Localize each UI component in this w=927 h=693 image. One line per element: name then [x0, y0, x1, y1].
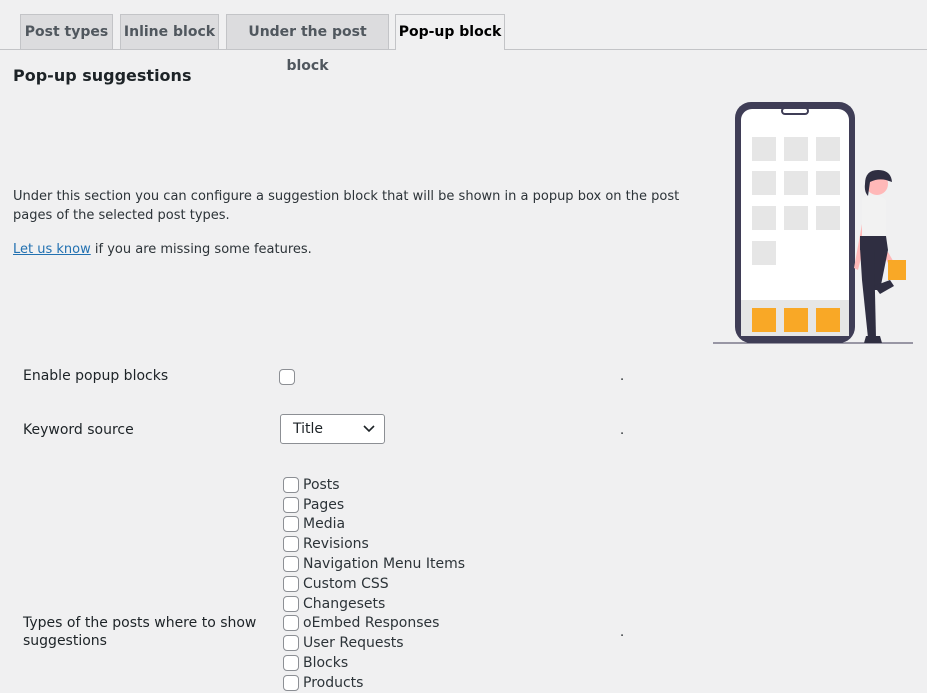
chevron-down-icon: [363, 425, 375, 433]
post-type-label: Products: [303, 674, 364, 691]
post-type-option[interactable]: Pages: [279, 495, 465, 515]
post-types-list: Posts Pages Media Revisions Navigation M…: [279, 475, 465, 693]
tab-pop-up-block[interactable]: Pop-up block: [395, 14, 505, 50]
settings-tabs: Post types Inline block Under the post b…: [0, 0, 927, 74]
post-type-label: Navigation Menu Items: [303, 556, 466, 573]
post-type-option[interactable]: Custom CSS: [279, 574, 465, 594]
post-type-option[interactable]: Products: [279, 673, 465, 693]
post-type-label: Posts: [303, 476, 340, 493]
feedback-hint-text: if you are missing some features.: [90, 242, 312, 257]
section-description: Under this section you can configure a s…: [13, 189, 680, 223]
post-type-checkbox[interactable]: [283, 496, 299, 513]
keyword-source-value: Title: [293, 421, 324, 437]
post-type-label: Blocks: [303, 655, 349, 672]
post-type-option[interactable]: Blocks: [279, 653, 465, 673]
post-type-checkbox[interactable]: [283, 615, 299, 632]
post-type-option[interactable]: User Requests: [279, 633, 465, 653]
keyword-source-select[interactable]: Title: [280, 414, 385, 444]
keyword-source-label: Keyword source: [23, 422, 134, 438]
post-type-checkbox[interactable]: [283, 556, 299, 573]
post-types-label: Types of the posts where to show suggest…: [23, 615, 257, 649]
post-type-option[interactable]: Revisions: [279, 534, 465, 554]
tab-inline-block[interactable]: Inline block: [120, 14, 219, 49]
post-type-option[interactable]: Changesets: [279, 594, 465, 614]
post-type-option[interactable]: Posts: [279, 475, 465, 495]
post-type-label: Media: [303, 516, 346, 533]
feedback-hint: Let us know if you are missing some feat…: [13, 240, 312, 259]
post-type-option[interactable]: oEmbed Responses: [279, 614, 465, 634]
post-type-label: Custom CSS: [303, 575, 389, 592]
enable-popup-blocks-label: Enable popup blocks: [23, 368, 169, 384]
post-type-checkbox[interactable]: [283, 536, 299, 553]
post-type-checkbox[interactable]: [283, 516, 299, 533]
post-type-checkbox[interactable]: [283, 655, 299, 672]
post-type-checkbox[interactable]: [283, 476, 299, 493]
post-type-label: Revisions: [303, 536, 369, 553]
post-type-checkbox[interactable]: [283, 674, 299, 691]
section-title: Pop-up suggestions: [13, 66, 192, 85]
post-type-option[interactable]: Navigation Menu Items: [279, 554, 465, 574]
tab-under-the-post-block[interactable]: Under the post block: [226, 14, 389, 74]
post-type-label: Pages: [303, 496, 345, 513]
phone-with-person-illustration: [713, 102, 913, 344]
post-type-label: oEmbed Responses: [303, 615, 440, 632]
enable-popup-blocks-dot: .: [620, 369, 625, 384]
post-type-label: Changesets: [303, 595, 386, 612]
post-type-checkbox[interactable]: [283, 595, 299, 612]
keyword-source-dot: .: [620, 423, 625, 438]
let-us-know-link[interactable]: Let us know: [13, 242, 91, 257]
post-type-label: User Requests: [303, 635, 404, 652]
tab-post-types[interactable]: Post types: [20, 14, 113, 49]
enable-popup-blocks-checkbox[interactable]: [279, 369, 295, 385]
post-types-dot: .: [620, 625, 625, 640]
post-type-option[interactable]: Media: [279, 515, 465, 535]
post-type-checkbox[interactable]: [283, 575, 299, 592]
post-type-checkbox[interactable]: [283, 635, 299, 652]
